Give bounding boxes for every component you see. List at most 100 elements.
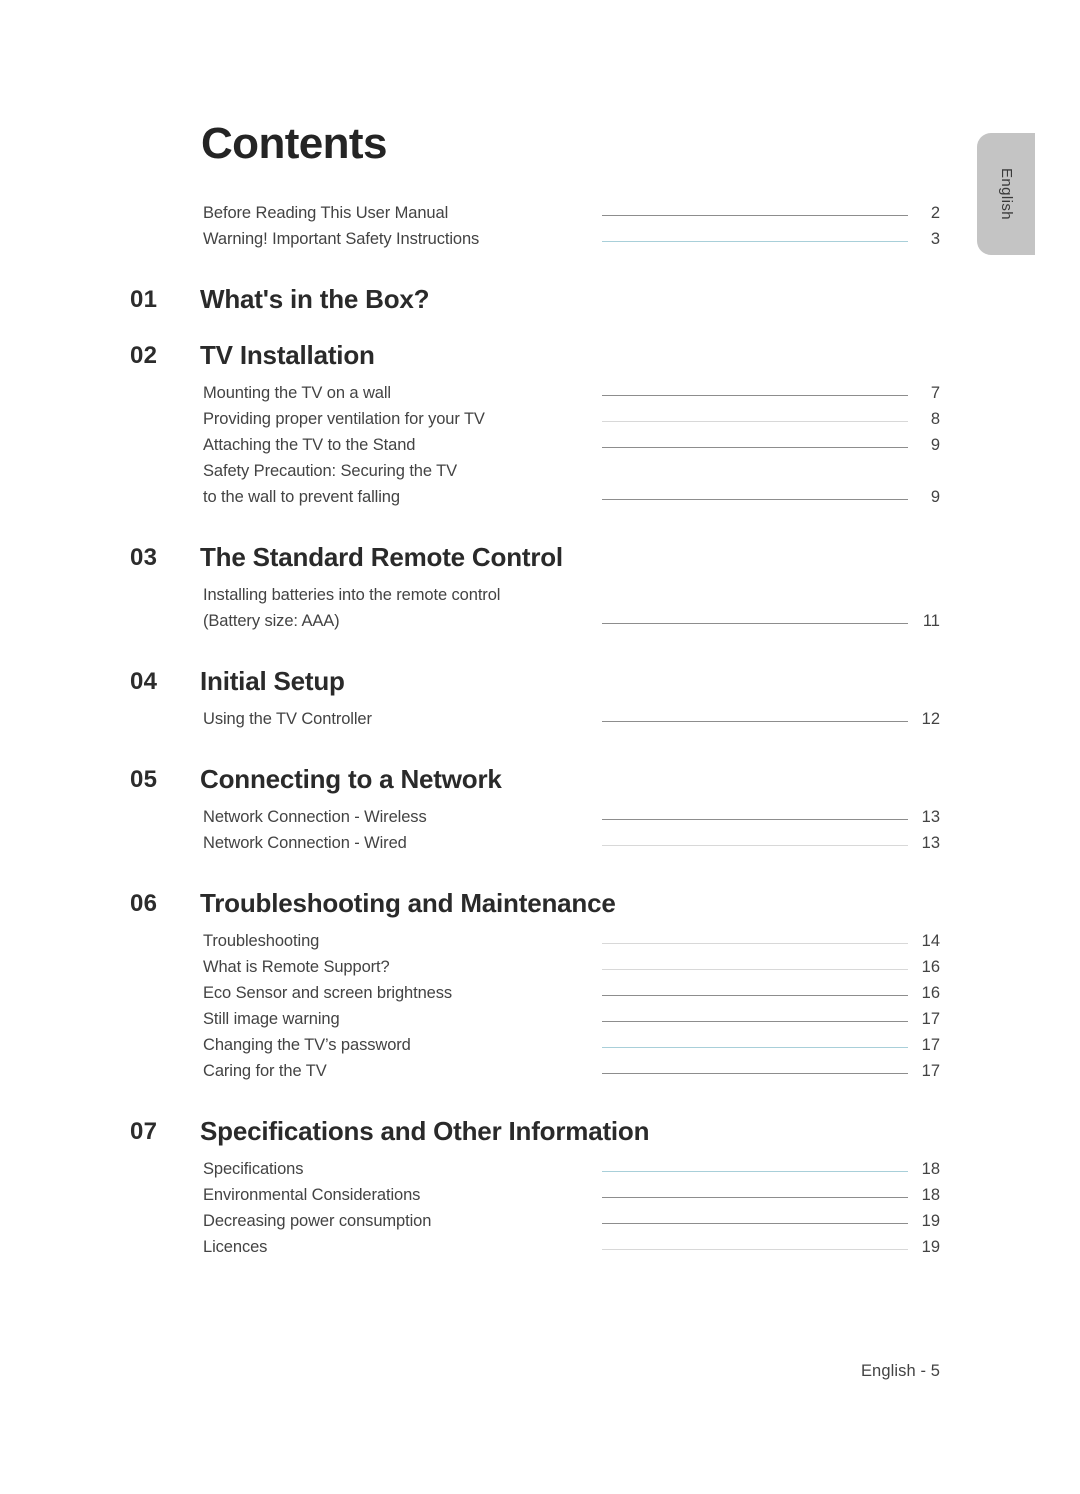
toc-entry[interactable]: Network Connection - Wired 13: [0, 834, 1080, 860]
toc-leader-line: [602, 1223, 908, 1224]
toc-leader-line: [602, 623, 908, 624]
toc-section: 04 Initial Setup Using the TV Controller 12: [0, 666, 1080, 736]
toc-entry-page-number: 18: [921, 1186, 940, 1204]
toc-entry-label: Troubleshooting: [203, 932, 320, 950]
toc-entry[interactable]: Licences 19: [0, 1238, 1080, 1264]
toc-leader-line: [602, 1197, 908, 1198]
toc-leader-line: [602, 395, 908, 396]
toc-entry-label: Eco Sensor and screen brightness: [203, 984, 453, 1002]
toc-entry-label: to the wall to prevent falling: [203, 488, 400, 506]
toc-entry-page-number: 17: [921, 1036, 940, 1054]
toc-entry-label: Decreasing power consumption: [203, 1212, 432, 1230]
toc-entry[interactable]: (Battery size: AAA) 11: [0, 612, 1080, 638]
toc-section: 02 TV Installation Mounting the TV on a wa…: [0, 340, 1080, 514]
toc-entry-page-number: 17: [921, 1010, 940, 1028]
toc-section-title: Specifications and Other Information: [200, 1116, 650, 1146]
toc-entry-page-number: 9: [930, 436, 940, 454]
toc-entry-label: Environmental Considerations: [203, 1186, 421, 1204]
toc-entry-page-number: 7: [930, 384, 940, 402]
toc-entry[interactable]: Network Connection - Wireless 13: [0, 808, 1080, 834]
toc-entry[interactable]: Warning! Important Safety Instructions 3: [0, 230, 1080, 256]
toc-entry-label: Providing proper ventilation for your TV: [203, 410, 485, 428]
page-footer: English - 5: [860, 1362, 940, 1380]
toc-entry-label: Mounting the TV on a wall: [203, 384, 391, 402]
toc-entry-label: What is Remote Support?: [203, 958, 390, 976]
toc-section-heading[interactable]: 04 Initial Setup: [0, 666, 1080, 710]
toc-leader-line: [602, 1249, 908, 1250]
toc-section-number: 02: [130, 342, 158, 369]
toc-entry-label: Using the TV Controller: [203, 710, 372, 728]
toc-entry[interactable]: Using the TV Controller 12: [0, 710, 1080, 736]
toc-entry[interactable]: Changing the TV’s password 17: [0, 1036, 1080, 1062]
toc-section-heading[interactable]: 07 Specifications and Other Information: [0, 1116, 1080, 1160]
toc-section-title: What's in the Box?: [200, 284, 430, 314]
toc-entry-label: Specifications: [203, 1160, 304, 1178]
toc-entry-page-number: 16: [921, 958, 940, 976]
toc-section-number: 05: [130, 766, 158, 793]
toc-section-number: 04: [130, 668, 158, 695]
toc-section: 03 The Standard Remote Control Installing …: [0, 542, 1080, 638]
toc-section: 06 Troubleshooting and Maintenance Trouble…: [0, 888, 1080, 1088]
toc-leader-line: [602, 447, 908, 448]
toc-entry-page-number: 12: [921, 710, 940, 728]
toc-entry[interactable]: Environmental Considerations 18: [0, 1186, 1080, 1212]
toc-entry-page-number: 11: [922, 612, 940, 630]
toc-section-title: Connecting to a Network: [200, 764, 502, 794]
toc-leader-line: [602, 1047, 908, 1048]
toc-entry[interactable]: Caring for the TV 17: [0, 1062, 1080, 1088]
toc-section-title: Troubleshooting and Maintenance: [200, 888, 616, 918]
toc-entry-page-number: 17: [921, 1062, 940, 1080]
table-of-contents: Before Reading This User Manual 2 Warning!…: [0, 204, 1080, 1264]
toc-entry-page-number: 3: [930, 230, 940, 248]
toc-entry[interactable]: Safety Precaution: Securing the TV: [0, 462, 1080, 488]
toc-entry[interactable]: Troubleshooting 14: [0, 932, 1080, 958]
toc-leader-line: [602, 1021, 908, 1022]
toc-section: 01 What's in the Box?: [0, 284, 1080, 328]
toc-entry-page-number: 13: [921, 834, 940, 852]
toc-leader-line: [602, 597, 908, 598]
toc-leader-line: [602, 241, 908, 242]
toc-entry-page-number: 9: [930, 488, 940, 506]
toc-leader-line: [602, 421, 908, 422]
toc-intro-block: Before Reading This User Manual 2 Warning!…: [0, 204, 1080, 256]
toc-leader-line: [602, 1171, 908, 1172]
toc-section-heading[interactable]: 01 What's in the Box?: [0, 284, 1080, 328]
toc-entry[interactable]: Still image warning 17: [0, 1010, 1080, 1036]
toc-leader-line: [602, 845, 908, 846]
toc-entry-label: Changing the TV’s password: [203, 1036, 411, 1054]
toc-entry[interactable]: Specifications 18: [0, 1160, 1080, 1186]
toc-entry[interactable]: What is Remote Support? 16: [0, 958, 1080, 984]
toc-section-heading[interactable]: 05 Connecting to a Network: [0, 764, 1080, 808]
toc-entry[interactable]: Mounting the TV on a wall 7: [0, 384, 1080, 410]
toc-section-number: 07: [130, 1118, 158, 1145]
toc-leader-line: [602, 1073, 908, 1074]
toc-section-title: Initial Setup: [200, 666, 345, 696]
toc-entry-label: Before Reading This User Manual: [203, 204, 449, 222]
toc-entry[interactable]: Attaching the TV to the Stand 9: [0, 436, 1080, 462]
toc-section-heading[interactable]: 02 TV Installation: [0, 340, 1080, 384]
toc-entry[interactable]: Before Reading This User Manual 2: [0, 204, 1080, 230]
toc-entry[interactable]: Providing proper ventilation for your TV…: [0, 410, 1080, 436]
toc-entry-label: Network Connection - Wired: [203, 834, 407, 852]
toc-leader-line: [602, 215, 908, 216]
toc-section-heading[interactable]: 03 The Standard Remote Control: [0, 542, 1080, 586]
toc-leader-line: [602, 721, 908, 722]
toc-section: 07 Specifications and Other Information Sp…: [0, 1116, 1080, 1264]
toc-entry[interactable]: Decreasing power consumption 19: [0, 1212, 1080, 1238]
toc-entry[interactable]: Eco Sensor and screen brightness 16: [0, 984, 1080, 1010]
toc-entry-label: Warning! Important Safety Instructions: [203, 230, 480, 248]
toc-section-heading[interactable]: 06 Troubleshooting and Maintenance: [0, 888, 1080, 932]
toc-entry-page-number: 19: [921, 1212, 940, 1230]
toc-section-title: The Standard Remote Control: [200, 542, 563, 572]
toc-entry[interactable]: to the wall to prevent falling 9: [0, 488, 1080, 514]
toc-entry[interactable]: Installing batteries into the remote con…: [0, 586, 1080, 612]
toc-leader-line: [602, 499, 908, 500]
page-title: Contents: [201, 119, 387, 168]
toc-entry-page-number: 18: [921, 1160, 940, 1178]
